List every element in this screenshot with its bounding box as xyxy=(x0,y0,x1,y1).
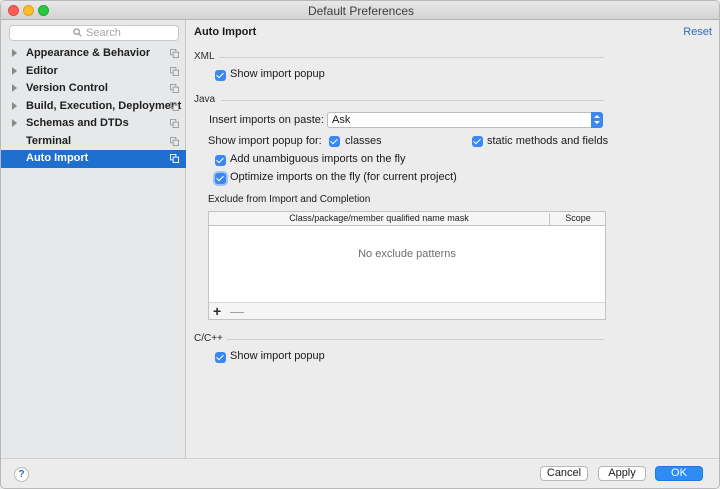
unambiguous-imports-checkbox[interactable] xyxy=(215,155,226,166)
sidebar-item-label: Editor xyxy=(26,64,58,77)
sidebar-item-build-execution-deployment[interactable]: Build, Execution, Deployment xyxy=(1,98,186,116)
title-bar: Default Preferences xyxy=(1,1,719,20)
insert-imports-label: Insert imports on paste: xyxy=(209,114,324,126)
sidebar-item-version-control[interactable]: Version Control xyxy=(1,80,186,98)
sidebar: Search Appearance & Behavior Editor Vers… xyxy=(1,20,186,458)
settings-panel: Auto Import Reset XML Show import popup … xyxy=(187,20,719,458)
cpp-show-popup-label: Show import popup xyxy=(230,350,325,362)
exclude-title: Exclude from Import and Completion xyxy=(208,194,371,205)
search-input[interactable]: Search xyxy=(9,25,179,41)
xml-show-popup-checkbox[interactable] xyxy=(215,70,226,81)
section-divider xyxy=(221,100,604,101)
xml-show-popup-label: Show import popup xyxy=(230,68,325,80)
section-divider xyxy=(219,57,604,58)
sidebar-item-label: Schemas and DTDs xyxy=(26,117,129,129)
ok-button[interactable]: OK xyxy=(655,466,703,481)
copy-settings-icon xyxy=(170,84,179,93)
section-cpp: C/C++ xyxy=(194,333,223,344)
table-header: Class/package/member qualified name mask… xyxy=(209,212,605,226)
classes-label: classes xyxy=(345,135,382,147)
cancel-button[interactable]: Cancel xyxy=(540,466,588,481)
window-title: Default Preferences xyxy=(307,4,415,18)
dialog-footer: ? Cancel Apply OK xyxy=(1,458,719,488)
column-header-scope[interactable]: Scope xyxy=(551,213,605,223)
expand-arrow-icon[interactable] xyxy=(12,101,17,110)
section-java: Java xyxy=(194,94,216,105)
column-header-mask[interactable]: Class/package/member qualified name mask xyxy=(209,213,550,225)
cpp-show-popup-checkbox[interactable] xyxy=(215,352,226,363)
static-methods-label: static methods and fields xyxy=(487,135,609,147)
page-title: Auto Import xyxy=(194,26,257,38)
empty-table-message: No exclude patterns xyxy=(358,248,456,260)
reset-link[interactable]: Reset xyxy=(683,26,712,38)
insert-imports-value: Ask xyxy=(332,114,351,126)
show-popup-for-label: Show import popup for: xyxy=(208,135,322,147)
copy-settings-icon xyxy=(170,49,179,58)
search-icon xyxy=(73,28,82,37)
sidebar-item-label: Version Control xyxy=(26,82,108,94)
copy-settings-icon xyxy=(170,154,179,163)
expand-arrow-icon[interactable] xyxy=(12,49,17,57)
sidebar-item-appearance-behavior[interactable]: Appearance & Behavior xyxy=(1,45,186,63)
section-divider xyxy=(227,339,604,340)
optimize-imports-checkbox[interactable] xyxy=(215,173,226,184)
settings-tree: Appearance & Behavior Editor Version Con… xyxy=(1,45,186,168)
expand-arrow-icon[interactable] xyxy=(12,66,17,75)
sidebar-item-label: Terminal xyxy=(26,134,72,147)
copy-settings-icon xyxy=(170,66,179,76)
search-placeholder: Search xyxy=(86,27,121,39)
select-stepper-icon xyxy=(591,112,603,128)
insert-imports-select[interactable]: Ask xyxy=(327,112,603,128)
sidebar-item-auto-import[interactable]: Auto Import xyxy=(1,150,186,168)
expand-arrow-icon[interactable] xyxy=(12,119,17,127)
copy-settings-icon xyxy=(170,136,179,146)
sidebar-item-label: Auto Import xyxy=(26,152,89,164)
apply-button[interactable]: Apply xyxy=(598,466,646,481)
unambiguous-imports-label: Add unambiguous imports on the fly xyxy=(230,153,406,165)
preferences-window: Default Preferences Search Appearance & … xyxy=(0,0,720,489)
section-xml: XML xyxy=(194,51,215,62)
table-toolbar: + — xyxy=(209,302,605,319)
expand-arrow-icon[interactable] xyxy=(12,84,17,92)
exclude-table[interactable]: Class/package/member qualified name mask… xyxy=(208,211,606,320)
sidebar-item-schemas-dtds[interactable]: Schemas and DTDs xyxy=(1,115,186,133)
remove-pattern-button[interactable]: — xyxy=(230,303,244,319)
static-methods-checkbox[interactable] xyxy=(472,136,483,147)
sidebar-item-terminal[interactable]: Terminal xyxy=(1,133,186,151)
classes-checkbox[interactable] xyxy=(329,136,340,147)
help-button[interactable]: ? xyxy=(14,467,29,482)
sidebar-item-editor[interactable]: Editor xyxy=(1,63,186,81)
sidebar-item-label: Appearance & Behavior xyxy=(26,47,151,59)
optimize-imports-label: Optimize imports on the fly (for current… xyxy=(230,171,457,183)
sidebar-item-label: Build, Execution, Deployment xyxy=(26,99,182,112)
copy-settings-icon xyxy=(170,119,179,128)
add-pattern-button[interactable]: + xyxy=(213,303,221,319)
copy-settings-icon xyxy=(170,101,179,111)
